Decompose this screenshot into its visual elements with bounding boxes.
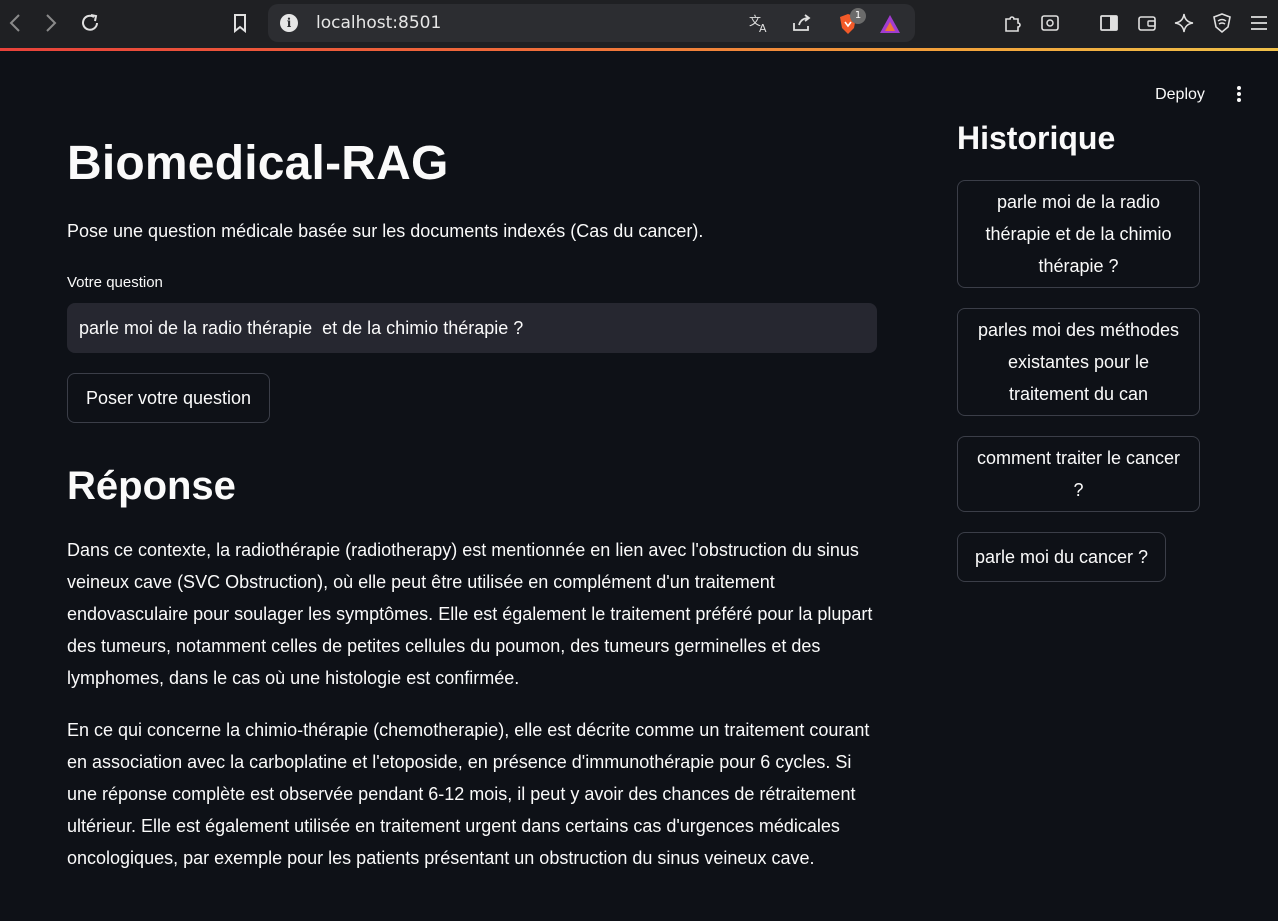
question-input[interactable]: [67, 303, 877, 353]
info-icon[interactable]: [280, 14, 298, 32]
url-text[interactable]: localhost:8501: [316, 13, 441, 33]
extensions-icon[interactable]: [1001, 11, 1025, 35]
brave-rewards-icon[interactable]: [878, 12, 902, 36]
back-icon[interactable]: [2, 10, 28, 36]
translate-icon[interactable]: 文A: [748, 12, 772, 34]
shield-count-badge: 1: [850, 8, 866, 24]
history-item-button[interactable]: parle moi du cancer ?: [957, 532, 1166, 582]
history-item-button[interactable]: parles moi des méthodes existantes pour …: [957, 308, 1200, 416]
history-title: Historique: [957, 120, 1116, 156]
bookmark-icon[interactable]: [227, 10, 253, 36]
share-icon[interactable]: [790, 12, 814, 34]
history-item-button[interactable]: parle moi de la radio thérapie et de la …: [957, 180, 1200, 288]
response-paragraph: Dans ce contexte, la radiothérapie (radi…: [67, 540, 873, 688]
reader-mode-icon[interactable]: [1038, 11, 1062, 35]
vpn-icon[interactable]: [1210, 11, 1234, 35]
menu-icon[interactable]: [1247, 11, 1271, 35]
deploy-button[interactable]: Deploy: [1140, 80, 1220, 110]
sidebar-icon[interactable]: [1097, 11, 1121, 35]
question-label: Votre question: [67, 274, 163, 291]
address-bar[interactable]: localhost:8501 文A: [268, 4, 915, 42]
browser-accent-line: [0, 48, 1278, 51]
reload-icon[interactable]: [77, 10, 103, 36]
response-paragraph: En ce qui concerne la chimio-thérapie (c…: [67, 720, 870, 868]
history-item-button[interactable]: comment traiter le cancer ?: [957, 436, 1200, 512]
response-heading: Réponse: [67, 464, 236, 508]
wallet-icon[interactable]: [1135, 11, 1159, 35]
svg-text:A: A: [759, 22, 767, 33]
main-menu-kebab-icon[interactable]: [1228, 84, 1250, 106]
page-subtitle: Pose une question médicale basée sur les…: [67, 221, 704, 241]
leo-ai-icon[interactable]: [1172, 11, 1196, 35]
ask-question-button[interactable]: Poser votre question: [67, 373, 270, 423]
page-title: Biomedical-RAG: [67, 137, 449, 190]
forward-icon[interactable]: [38, 10, 64, 36]
browser-toolbar: localhost:8501 文A 1: [0, 0, 1278, 48]
